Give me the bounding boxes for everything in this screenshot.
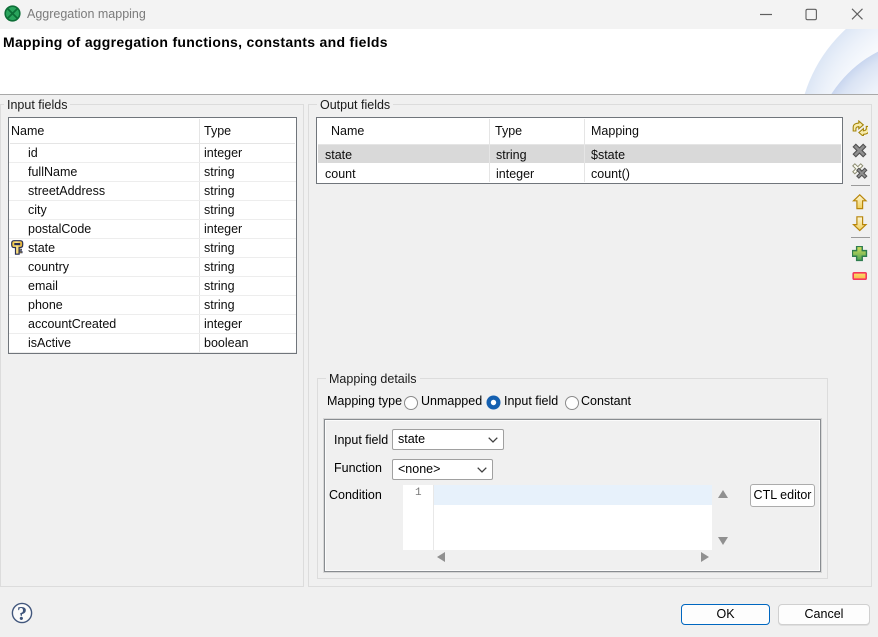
svg-text:?: ?	[17, 603, 27, 624]
